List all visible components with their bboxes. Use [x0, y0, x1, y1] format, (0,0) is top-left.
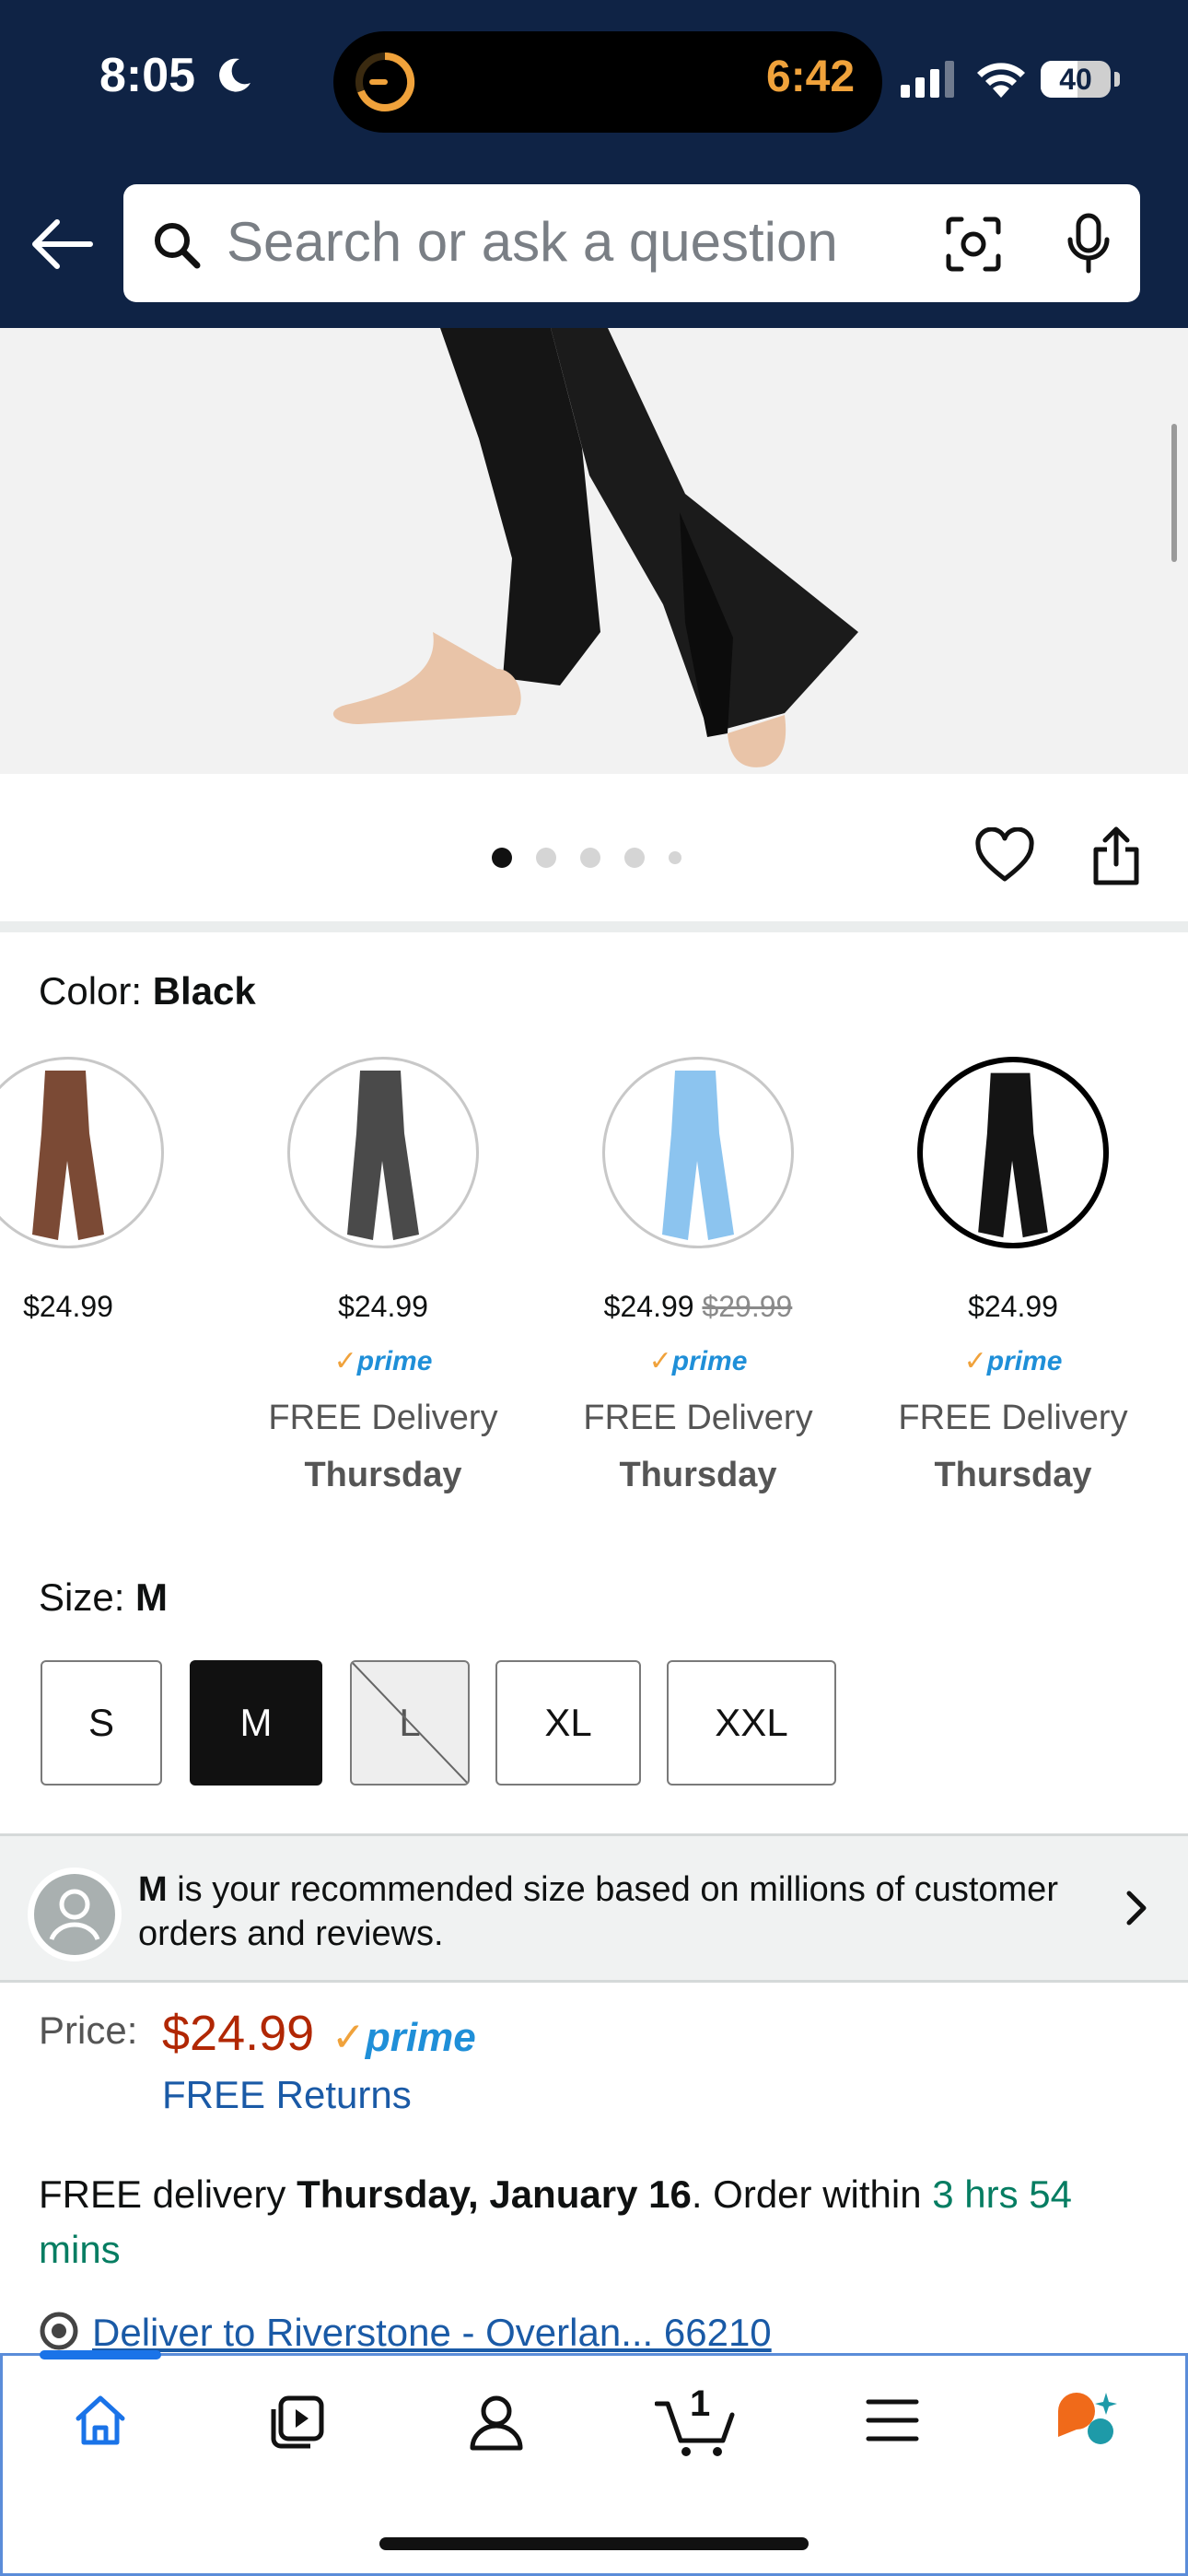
color-swatch-black[interactable]: [917, 1057, 1109, 1248]
deliver-to-link[interactable]: Deliver to Riverstone - Overlan... 66210: [39, 2311, 772, 2355]
share-icon[interactable]: [1090, 825, 1142, 886]
size-option-s[interactable]: S: [41, 1660, 162, 1786]
page-dot[interactable]: [669, 851, 681, 864]
location-icon: [40, 2312, 78, 2350]
swatch-price: $24.99: [23, 1290, 113, 1323]
size-option-m[interactable]: M: [190, 1660, 322, 1786]
delivery-day: Thursday: [304, 1456, 462, 1494]
selected-color: Black: [152, 969, 256, 1013]
size-option-l[interactable]: L: [350, 1660, 470, 1786]
back-arrow-icon[interactable]: [28, 217, 94, 272]
island-time: 6:42: [766, 53, 856, 101]
delivery-info: FREE delivery Thursday, January 16. Orde…: [39, 2172, 1073, 2271]
page-dot[interactable]: [624, 848, 645, 868]
size-recommendation[interactable]: M is your recommended size based on mill…: [0, 1833, 1188, 1983]
chevron-right-icon[interactable]: [1125, 1890, 1149, 1926]
free-returns-link[interactable]: FREE Returns: [162, 2073, 412, 2117]
home-icon[interactable]: [73, 2393, 128, 2448]
flare-pants-image: [332, 328, 858, 767]
color-swatch-brown[interactable]: [0, 1057, 164, 1248]
home-indicator[interactable]: [379, 2537, 809, 2550]
moon-icon: [219, 58, 250, 92]
color-swatch-charcoal[interactable]: [287, 1057, 479, 1248]
prime-badge: ✓prime: [333, 1346, 433, 1376]
list-price: $29.99: [702, 1290, 793, 1323]
unavailable-slash-icon: [352, 1662, 468, 1784]
account-icon[interactable]: [469, 2393, 524, 2452]
prime-badge: ✓prime: [963, 1346, 1063, 1376]
battery-icon: 40: [1041, 61, 1111, 98]
status-time: 8:05: [99, 49, 196, 102]
size-label: Size: M: [39, 1575, 169, 1619]
signal-icon: [901, 61, 954, 98]
person-icon: [34, 1874, 115, 1955]
swatch-price: $24.99: [338, 1290, 428, 1323]
timer-icon: [355, 52, 415, 111]
avatar: [28, 1868, 122, 1961]
size-option-xxl[interactable]: XXL: [667, 1660, 836, 1786]
prime-badge: ✓prime: [648, 1346, 748, 1376]
wifi-icon: [977, 63, 1025, 98]
search-input[interactable]: Search or ask a question: [123, 184, 1140, 302]
divider: [0, 921, 1188, 932]
active-tab-indicator: [40, 2350, 161, 2359]
cart-count: 1: [690, 2383, 711, 2424]
page-dot[interactable]: [536, 848, 556, 868]
camera-search-icon[interactable]: [943, 214, 1004, 275]
color-swatch-light-blue[interactable]: [602, 1057, 794, 1248]
search-placeholder: Search or ask a question: [227, 211, 838, 273]
delivery-day: Thursday: [619, 1456, 777, 1494]
top-bar: 8:05 6:42 40 Search or ask a question: [0, 0, 1188, 328]
video-icon[interactable]: [268, 2393, 327, 2452]
product-image[interactable]: [0, 328, 1188, 774]
heart-icon[interactable]: [974, 827, 1035, 884]
price-value: $24.99: [162, 2006, 315, 2061]
selected-size: M: [135, 1575, 169, 1619]
page-dot[interactable]: [492, 848, 512, 868]
swatch-price: $24.99: [968, 1290, 1058, 1323]
menu-icon[interactable]: [865, 2396, 920, 2444]
price-label: Price:: [39, 2008, 138, 2052]
free-delivery-text: FREE Delivery: [268, 1399, 498, 1437]
page-dot[interactable]: [580, 848, 600, 868]
cart-button[interactable]: 1: [654, 2383, 738, 2457]
delivery-day: Thursday: [934, 1456, 1092, 1494]
color-label: Color: Black: [39, 969, 256, 1013]
prime-badge: ✓prime: [332, 2015, 476, 2060]
free-delivery-text: FREE Delivery: [583, 1399, 813, 1437]
rufus-assistant-icon[interactable]: [1053, 2389, 1126, 2452]
recommendation-text: M is your recommended size based on mill…: [138, 1870, 1058, 1953]
swatch-price: $24.99 $29.99: [603, 1290, 793, 1323]
image-pagination[interactable]: [492, 848, 681, 868]
free-delivery-text: FREE Delivery: [898, 1399, 1128, 1437]
search-icon: [155, 223, 201, 269]
microphone-icon[interactable]: [1065, 212, 1112, 275]
scrollbar[interactable]: [1171, 424, 1177, 562]
size-option-xl[interactable]: XL: [495, 1660, 641, 1786]
